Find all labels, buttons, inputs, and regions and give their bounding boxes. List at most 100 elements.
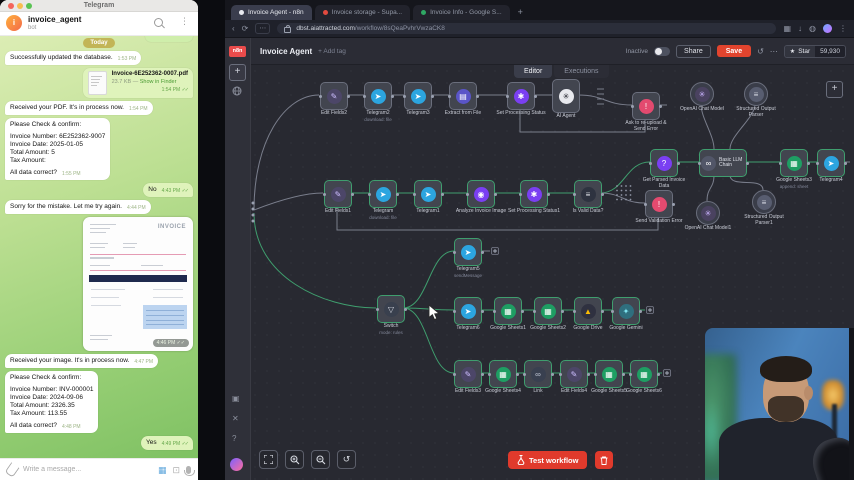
node-telegram5[interactable]: ➤Telegram5sendMessage <box>454 238 482 266</box>
node-set-processing-status1[interactable]: ✱Set Processing Status1 <box>520 180 548 208</box>
file-message-bubble[interactable]: Invoice-6E252362-0007.pdf23.7 KB — Show … <box>83 68 193 98</box>
sticker-icon[interactable]: ▦ <box>158 465 167 475</box>
node-send-validation-error[interactable]: !Send Validation Error <box>645 190 673 218</box>
browser-menu-icon[interactable]: ⋮ <box>839 24 847 34</box>
reset-view-button[interactable]: ↺ <box>337 450 356 469</box>
node-google-sheets4[interactable]: ▦Google Sheets4 <box>489 360 517 388</box>
message-bubble[interactable]: Successfully updated the database.1:53 P… <box>5 51 141 65</box>
more-menu-icon[interactable]: ⋮ <box>180 16 191 27</box>
node-get-parsed-invoice-data[interactable]: ?Get Parsed Invoice Data <box>650 149 678 177</box>
tab-editor[interactable]: Editor <box>514 65 552 78</box>
node-edit-fields3[interactable]: ✎Edit Fields3 <box>454 360 482 388</box>
node-telegram[interactable]: ➤Telegramdownload: file <box>369 180 397 208</box>
zoom-in-button[interactable] <box>285 450 304 469</box>
node-telegram2[interactable]: ➤Telegram2download: file <box>364 82 392 110</box>
message-bubble[interactable]: No4:43 PM ✓✓ <box>143 183 193 197</box>
node-analyze-invoice-image[interactable]: ◉Analyze Invoice Image <box>467 180 495 208</box>
extensions-puzzle-icon[interactable]: ◍ <box>809 24 816 34</box>
save-button[interactable]: Save <box>717 45 751 57</box>
node-ask-to-re-upload-send-error[interactable]: !Ask to re-upload & Send Error <box>632 92 660 120</box>
node-label: Extract from File <box>437 111 489 117</box>
back-icon[interactable]: ‹ <box>232 24 235 34</box>
node-google-gemini[interactable]: ✦Google Gemini <box>612 297 640 325</box>
close-window-button[interactable] <box>8 3 14 9</box>
header-more-icon[interactable]: ⋯ <box>770 47 778 56</box>
help-icon[interactable]: ? <box>232 434 236 443</box>
n8n-logo[interactable]: n8n <box>229 46 246 57</box>
share-button[interactable]: Share <box>676 45 711 58</box>
tab-invoice-agent[interactable]: Invoice Agent - n8n <box>231 5 312 20</box>
microphone-icon[interactable] <box>186 466 191 474</box>
node-openai-chat-model[interactable]: ✳OpenAI Chat Model <box>690 82 714 106</box>
node-google-sheets5[interactable]: ▦Google Sheets5 <box>595 360 623 388</box>
node-openai-chat-model1[interactable]: ✳OpenAI Chat Model1 <box>696 201 720 225</box>
tab-invoice-info[interactable]: Invoice Info - Google S... <box>413 5 510 20</box>
node-switch[interactable]: ▽Switchmode: rules <box>377 295 405 323</box>
node-edit-fields4[interactable]: ✎Edit Fields4 <box>560 360 588 388</box>
node-google-sheets2[interactable]: ▦Google Sheets2 <box>534 297 562 325</box>
node-label: Google Gemini <box>600 326 652 332</box>
message-bubble[interactable]: Please Check & confirm:Invoice Number: 6… <box>5 118 110 180</box>
node-edit-fields1[interactable]: ✎Edit Fields1 <box>324 180 352 208</box>
node-google-sheets3[interactable]: ▦Google Sheets3append: sheet <box>780 149 808 177</box>
message-input[interactable]: Write a message... <box>23 466 152 473</box>
message-bubble[interactable]: Yes4:49 PM ✓✓ <box>141 436 193 450</box>
minimize-window-button[interactable] <box>17 3 23 9</box>
node-link[interactable]: ∞Link <box>524 360 552 388</box>
add-node-button[interactable]: + <box>826 81 843 98</box>
node-extract-from-file[interactable]: ▤Extract from File <box>449 82 477 110</box>
workflow-title[interactable]: Invoice Agent <box>260 47 312 56</box>
reload-icon[interactable]: ⟳ <box>242 24 249 34</box>
user-avatar[interactable] <box>230 458 243 471</box>
browser-profile-avatar[interactable] <box>823 24 832 33</box>
message-bubble[interactable]: Please Check & confirm:Invoice Number: I… <box>5 371 98 433</box>
node-telegram4[interactable]: ➤Telegram4 <box>817 149 845 177</box>
zoom-out-button[interactable] <box>311 450 330 469</box>
delete-button[interactable] <box>595 451 613 469</box>
emoji-icon[interactable]: ⊡ <box>172 465 180 475</box>
github-star-widget[interactable]: ★Star 59,930 <box>784 45 846 58</box>
message-input-bar[interactable]: Write a message... ▦ ⊡ <box>0 458 198 480</box>
node-google-sheets6[interactable]: ▦Google Sheets6 <box>630 360 658 388</box>
node-telegram1[interactable]: ➤Telegram1 <box>414 180 442 208</box>
show-in-finder-link[interactable]: Show in Finder <box>140 79 177 85</box>
apps-grid-icon[interactable]: ▦ <box>783 24 791 34</box>
node-google-sheets1[interactable]: ▦Google Sheets1 <box>494 297 522 325</box>
invoice-image-message[interactable]: INVOICE4:46 PM ✓✓ <box>83 217 193 351</box>
new-tab-button[interactable]: + <box>513 5 528 20</box>
message-bubble[interactable]: Sorry for the mistake. Let me try again.… <box>5 200 151 214</box>
url-bar[interactable]: dbst.aiattracted.com/workflow/8sQeaPvhrV… <box>277 23 776 34</box>
message-bubble[interactable]: Received your PDF. It's in process now.1… <box>5 101 153 115</box>
node-telegram3[interactable]: ➤Telegram3 <box>404 82 432 110</box>
node-ai-agent[interactable]: ✳AI Agent <box>552 79 580 113</box>
history-icon[interactable]: ↺ <box>757 47 764 56</box>
node-edit-fields2[interactable]: ✎Edit Fields2 <box>320 82 348 110</box>
extensions-pill[interactable]: ⋯ <box>255 23 270 34</box>
node-telegram6[interactable]: ➤Telegram6 <box>454 297 482 325</box>
node-is-valid-data-[interactable]: ≡Is Valid Data? <box>574 180 602 208</box>
downloads-icon[interactable]: ↓ <box>798 24 802 34</box>
node-structured-output-parser1[interactable]: ≡Structured Output Parser1 <box>752 190 776 214</box>
tab-invoice-storage[interactable]: Invoice storage - Supa... <box>315 5 410 20</box>
tab-executions[interactable]: Executions <box>554 65 608 78</box>
search-icon[interactable] <box>154 18 165 29</box>
node-basic-llm-chain[interactable]: ∞Basic LLM Chain <box>699 149 747 177</box>
attach-icon[interactable] <box>4 462 19 478</box>
node-set-processing-status[interactable]: ✱Set Processing Status <box>507 82 535 110</box>
node-google-drive[interactable]: ▲Google Drive <box>574 297 602 325</box>
bot-message-row: Received your image. It's in process now… <box>5 354 193 368</box>
globe-icon[interactable] <box>232 86 242 96</box>
node-structured-output-parser[interactable]: ≡Structured Output Parser <box>744 82 768 106</box>
link-icon: ∞ <box>531 367 546 382</box>
active-toggle[interactable] <box>654 47 670 56</box>
telegram-chat-header[interactable]: i invoice_agent bot ⋮ <box>0 12 198 36</box>
templates-icon[interactable]: ▣ <box>232 394 240 403</box>
chat-history[interactable]: TodaySuccessfully updated the database.1… <box>0 36 198 458</box>
add-tag-button[interactable]: + Add tag <box>318 48 346 55</box>
close-panel-icon[interactable]: ✕ <box>232 414 239 423</box>
maximize-window-button[interactable] <box>26 3 32 9</box>
sidebar-add-button[interactable]: + <box>229 64 246 81</box>
message-bubble[interactable]: Received your image. It's in process now… <box>5 354 158 368</box>
test-workflow-button[interactable]: Test workflow <box>508 451 587 469</box>
fit-view-button[interactable] <box>259 450 278 469</box>
